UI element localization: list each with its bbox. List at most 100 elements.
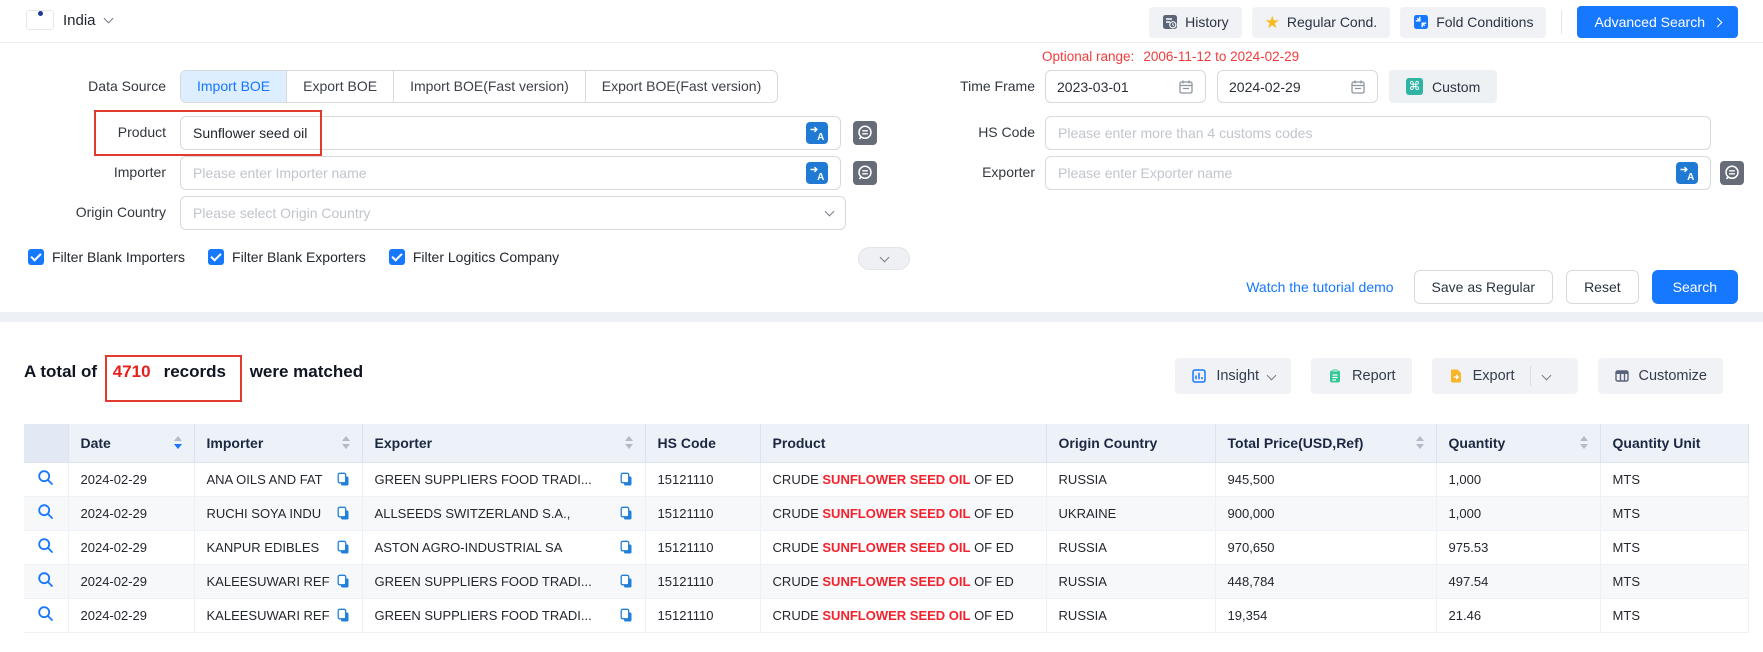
row-detail-button[interactable] bbox=[24, 564, 68, 598]
sort-carets-icon[interactable] bbox=[174, 436, 182, 449]
column-header-importer[interactable]: Importer bbox=[194, 424, 362, 462]
hs-code-input[interactable]: Please enter more than 4 customs codes bbox=[1045, 116, 1711, 150]
chevron-down-icon[interactable] bbox=[1541, 370, 1551, 380]
origin-country-select[interactable]: Please select Origin Country bbox=[180, 196, 846, 230]
divider bbox=[1561, 10, 1562, 34]
magnifier-icon[interactable] bbox=[37, 469, 54, 486]
hs-code-label: HS Code bbox=[869, 116, 1035, 149]
magnifier-icon[interactable] bbox=[37, 605, 54, 622]
column-header-hs-code: HS Code bbox=[645, 424, 760, 462]
checkbox-filter-blank-importers[interactable]: Filter Blank Importers bbox=[28, 249, 185, 265]
column-header-exporter[interactable]: Exporter bbox=[362, 424, 645, 462]
filter-checkboxes: Filter Blank Importers Filter Blank Expor… bbox=[28, 249, 559, 265]
row-detail-button[interactable] bbox=[24, 530, 68, 564]
start-date-input[interactable]: 2023-03-01 bbox=[1045, 70, 1206, 103]
regular-cond-button[interactable]: ★ Regular Cond. bbox=[1252, 7, 1391, 38]
translate-icon[interactable]: A bbox=[1676, 162, 1698, 184]
importer-cell-text: KALEESUWARI REF bbox=[207, 608, 330, 623]
row-detail-button[interactable] bbox=[24, 598, 68, 632]
tab-export-boe[interactable]: Export BOE bbox=[286, 71, 393, 102]
column-label: Importer bbox=[207, 435, 264, 451]
translate-icon[interactable]: A bbox=[806, 122, 828, 144]
checkbox-filter-logitics-company[interactable]: Filter Logitics Company bbox=[389, 249, 559, 265]
history-button[interactable]: History bbox=[1149, 7, 1242, 38]
checkbox-checked-icon[interactable] bbox=[389, 249, 405, 265]
column-header-total-price-usd-ref[interactable]: Total Price(USD,Ref) bbox=[1215, 424, 1436, 462]
export-button[interactable]: Export bbox=[1432, 358, 1578, 394]
customize-button[interactable]: Customize bbox=[1598, 358, 1724, 394]
hs-code-cell: 15121110 bbox=[645, 496, 760, 530]
checkbox-checked-icon[interactable] bbox=[208, 249, 224, 265]
checkbox-label: Filter Blank Importers bbox=[52, 249, 185, 265]
date-cell: 2024-02-29 bbox=[68, 496, 194, 530]
exporter-cell: GREEN SUPPLIERS FOOD TRADI... bbox=[362, 598, 645, 632]
sort-carets-icon[interactable] bbox=[1416, 436, 1424, 449]
search-button[interactable]: Search bbox=[1652, 270, 1738, 304]
history-icon bbox=[1162, 14, 1178, 30]
checkbox-filter-blank-exporters[interactable]: Filter Blank Exporters bbox=[208, 249, 366, 265]
copy-icon[interactable] bbox=[336, 506, 350, 521]
calendar-icon bbox=[1178, 79, 1194, 95]
copy-icon[interactable] bbox=[336, 608, 350, 623]
exporter-cell-text: ALLSEEDS SWITZERLAND S.A., bbox=[375, 506, 571, 521]
copy-icon[interactable] bbox=[619, 472, 633, 487]
tab-import-boe[interactable]: Import BOE bbox=[181, 71, 286, 102]
column-header-origin-country: Origin Country bbox=[1046, 424, 1215, 462]
topbar: India History ★ Regular Cond. Fold Condi… bbox=[0, 0, 1763, 43]
quantity-unit-cell: MTS bbox=[1600, 462, 1748, 496]
hs-code-cell: 15121110 bbox=[645, 462, 760, 496]
magnifier-icon[interactable] bbox=[37, 503, 54, 520]
tutorial-link[interactable]: Watch the tutorial demo bbox=[1246, 279, 1393, 295]
hs-code-cell: 15121110 bbox=[645, 530, 760, 564]
topbar-actions: History ★ Regular Cond. Fold Conditions … bbox=[1149, 6, 1738, 38]
report-button[interactable]: Report bbox=[1311, 358, 1412, 394]
time-frame-label: Time Frame bbox=[869, 70, 1035, 103]
copy-icon[interactable] bbox=[619, 574, 633, 589]
importer-cell-text: RUCHI SOYA INDU bbox=[207, 506, 322, 521]
insight-button[interactable]: Insight bbox=[1175, 358, 1291, 394]
sort-carets-icon[interactable] bbox=[625, 436, 633, 449]
copy-icon[interactable] bbox=[336, 574, 350, 589]
tab-import-boe-fast-version[interactable]: Import BOE(Fast version) bbox=[393, 71, 585, 102]
row-detail-button[interactable] bbox=[24, 462, 68, 496]
copy-icon[interactable] bbox=[619, 540, 633, 555]
save-as-regular-button[interactable]: Save as Regular bbox=[1414, 270, 1554, 304]
sort-carets-icon[interactable] bbox=[1580, 436, 1588, 449]
hs-code-cell: 15121110 bbox=[645, 598, 760, 632]
quantity-cell: 21.46 bbox=[1436, 598, 1600, 632]
product-cell: CRUDE SUNFLOWER SEED OIL OF ED bbox=[760, 598, 1046, 632]
magnifier-icon[interactable] bbox=[37, 537, 54, 554]
advanced-search-button[interactable]: Advanced Search bbox=[1577, 6, 1738, 38]
copy-icon[interactable] bbox=[619, 506, 633, 521]
tab-export-boe-fast-version[interactable]: Export BOE(Fast version) bbox=[585, 71, 778, 102]
product-input[interactable]: Sunflower seed oil A bbox=[180, 116, 841, 150]
custom-range-button[interactable]: ⌘ Custom bbox=[1389, 70, 1497, 103]
reset-button[interactable]: Reset bbox=[1566, 270, 1639, 304]
table-body: 2024-02-29ANA OILS AND FATGREEN SUPPLIER… bbox=[24, 462, 1748, 632]
collapse-conditions-button[interactable] bbox=[858, 247, 910, 270]
fuzzy-match-icon[interactable] bbox=[1720, 161, 1744, 185]
copy-icon[interactable] bbox=[336, 472, 350, 487]
column-header-quantity[interactable]: Quantity bbox=[1436, 424, 1600, 462]
quantity-cell: 497.54 bbox=[1436, 564, 1600, 598]
sort-carets-icon[interactable] bbox=[342, 436, 350, 449]
exporter-input[interactable]: Please enter Exporter name A bbox=[1045, 156, 1711, 190]
country-selector[interactable]: India bbox=[26, 10, 112, 30]
column-header-detail bbox=[24, 424, 68, 462]
copy-icon[interactable] bbox=[336, 540, 350, 555]
fold-conditions-button[interactable]: Fold Conditions bbox=[1400, 7, 1546, 38]
column-label: Date bbox=[81, 435, 111, 451]
importer-cell: KALEESUWARI REF bbox=[194, 598, 362, 632]
column-header-date[interactable]: Date bbox=[68, 424, 194, 462]
chevron-down-icon bbox=[879, 252, 889, 262]
exporter-cell: GREEN SUPPLIERS FOOD TRADI... bbox=[362, 462, 645, 496]
row-detail-button[interactable] bbox=[24, 496, 68, 530]
checkbox-checked-icon[interactable] bbox=[28, 249, 44, 265]
magnifier-icon[interactable] bbox=[37, 571, 54, 588]
importer-input[interactable]: Please enter Importer name A bbox=[180, 156, 841, 190]
table-row: 2024-02-29ANA OILS AND FATGREEN SUPPLIER… bbox=[24, 462, 1748, 496]
translate-icon[interactable]: A bbox=[806, 162, 828, 184]
star-icon: ★ bbox=[1265, 14, 1280, 31]
copy-icon[interactable] bbox=[619, 608, 633, 623]
end-date-input[interactable]: 2024-02-29 bbox=[1217, 70, 1378, 103]
